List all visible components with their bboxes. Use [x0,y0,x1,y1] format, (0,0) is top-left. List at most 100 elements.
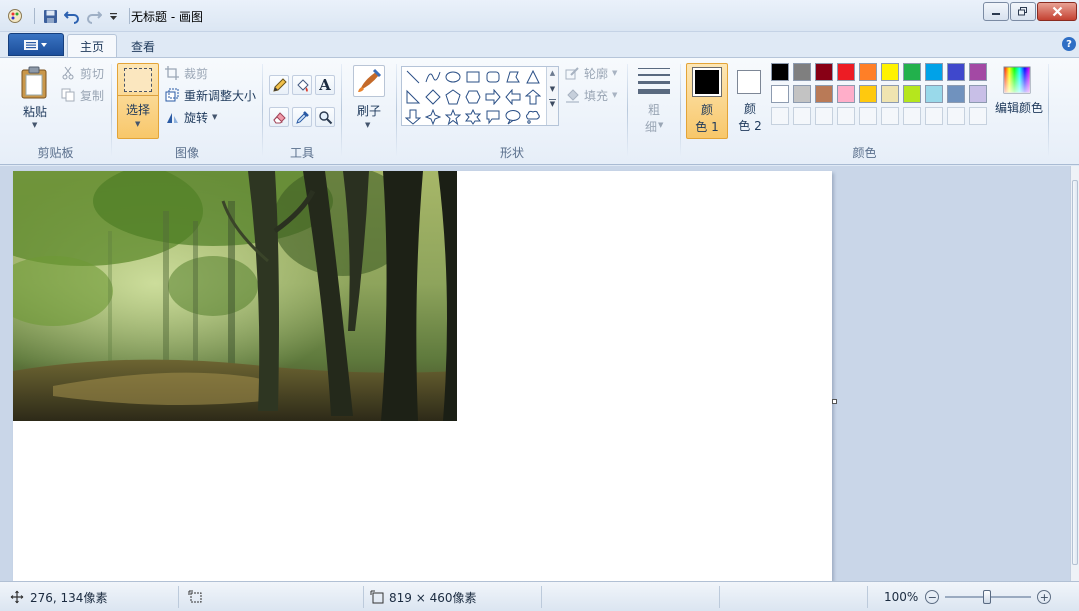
custom-color-slot[interactable] [903,107,921,125]
rotate-button[interactable]: 旋转 ▼ [164,107,217,127]
pencil-tool[interactable] [269,75,289,95]
cloud-callout-shape-icon[interactable] [523,107,543,127]
palette-swatch[interactable] [815,63,833,81]
undo-icon[interactable] [63,7,81,25]
curve-shape-icon[interactable] [423,67,443,87]
image-group: 选择 ▼ 裁剪 重新调整大小 旋转 ▼ 图像 [112,58,262,165]
custom-color-slot[interactable] [881,107,899,125]
oval-shape-icon[interactable] [443,67,463,87]
outline-button[interactable]: 轮廓 ▼ [564,63,617,83]
palette-swatch[interactable] [881,85,899,103]
hexagon-shape-icon[interactable] [463,87,483,107]
save-icon[interactable] [41,7,59,25]
palette-swatch[interactable] [837,63,855,81]
right-arrow-shape-icon[interactable] [483,87,503,107]
triangle-shape-icon[interactable] [523,67,543,87]
four-point-star-shape-icon[interactable] [423,107,443,127]
custom-color-slot[interactable] [815,107,833,125]
paste-button[interactable]: 粘贴 ▼ [14,63,56,137]
tab-view[interactable]: 查看 [119,34,167,58]
copy-button[interactable]: 复制 [60,85,104,105]
edit-colors-button[interactable]: 编辑颜色 [989,63,1049,123]
scrollbar-thumb[interactable] [1072,180,1078,565]
diamond-shape-icon[interactable] [423,87,443,107]
palette-swatch[interactable] [881,63,899,81]
brushes-button[interactable]: 刷子 ▼ [349,63,389,139]
color-1-swatch [692,67,722,97]
palette-swatch[interactable] [815,85,833,103]
shapes-gallery-scroll[interactable]: ▲ ▼ ▼ [546,67,558,125]
minimize-button[interactable] [983,2,1009,21]
close-button[interactable] [1037,2,1077,21]
crop-button[interactable]: 裁剪 [164,63,208,83]
right-triangle-shape-icon[interactable] [403,87,423,107]
zoom-out-button[interactable]: − [925,590,940,604]
down-arrow-shape-icon[interactable] [403,107,423,127]
palette-swatch[interactable] [793,63,811,81]
crop-icon [164,65,180,81]
custom-color-slot[interactable] [859,107,877,125]
paint-menu-button[interactable] [8,33,64,56]
paint-app-icon[interactable] [6,7,24,25]
palette-swatch[interactable] [903,85,921,103]
outline-label: 轮廓 [584,66,609,81]
zoom-slider[interactable] [945,590,1032,604]
resize-button[interactable]: 重新调整大小 [164,85,256,105]
cut-button[interactable]: 剪切 [60,63,104,83]
palette-swatch[interactable] [771,85,789,103]
line-shape-icon[interactable] [403,67,423,87]
left-arrow-shape-icon[interactable] [503,87,523,107]
palette-swatch[interactable] [947,63,965,81]
forest-photo[interactable] [13,171,457,421]
custom-color-slot[interactable] [969,107,987,125]
maximize-button[interactable] [1010,2,1036,21]
text-tool[interactable]: A [315,75,335,95]
palette-swatch[interactable] [925,85,943,103]
palette-swatch[interactable] [969,85,987,103]
custom-color-slot[interactable] [837,107,855,125]
canvas-workspace[interactable] [0,166,1070,581]
help-icon[interactable]: ? [1062,37,1076,51]
customize-qat-icon[interactable] [107,7,119,25]
five-point-star-shape-icon[interactable] [443,107,463,127]
fill-button[interactable]: 填充 ▼ [564,85,617,105]
polygon-shape-icon[interactable] [503,67,523,87]
palette-swatch[interactable] [793,85,811,103]
paste-dropdown-icon: ▼ [32,121,38,129]
six-point-star-shape-icon[interactable] [463,107,483,127]
color-2-button[interactable]: 颜 色 2 [730,63,772,139]
up-arrow-shape-icon[interactable] [523,87,543,107]
custom-color-slot[interactable] [771,107,789,125]
palette-swatch[interactable] [925,63,943,81]
palette-swatch[interactable] [859,63,877,81]
canvas-resize-handle[interactable] [832,399,837,404]
palette-swatch[interactable] [969,63,987,81]
palette-swatch[interactable] [771,63,789,81]
vertical-scrollbar[interactable] [1070,166,1079,581]
palette-swatch[interactable] [837,85,855,103]
zoom-in-button[interactable]: + [1037,590,1052,604]
palette-swatch[interactable] [859,85,877,103]
size-button[interactable]: 粗 细 ▼ [634,63,674,139]
drawing-canvas[interactable] [13,171,832,581]
custom-color-slot[interactable] [793,107,811,125]
oval-callout-shape-icon[interactable] [503,107,523,127]
rounded-callout-shape-icon[interactable] [483,107,503,127]
palette-swatch[interactable] [903,63,921,81]
status-divider [541,586,542,608]
magnifier-tool[interactable] [315,107,335,127]
redo-icon[interactable] [85,7,103,25]
custom-color-slot[interactable] [925,107,943,125]
palette-swatch[interactable] [947,85,965,103]
eraser-tool[interactable] [269,107,289,127]
zoom-slider-thumb[interactable] [983,590,992,604]
custom-color-slot[interactable] [947,107,965,125]
rectangle-shape-icon[interactable] [463,67,483,87]
color-1-button[interactable]: 颜 色 1 [686,63,728,139]
color-picker-tool[interactable] [292,107,312,127]
select-button[interactable]: 选择 ▼ [117,63,159,139]
fill-tool[interactable] [292,75,312,95]
pentagon-shape-icon[interactable] [443,87,463,107]
tab-home[interactable]: 主页 [67,34,118,58]
rounded-rectangle-shape-icon[interactable] [483,67,503,87]
